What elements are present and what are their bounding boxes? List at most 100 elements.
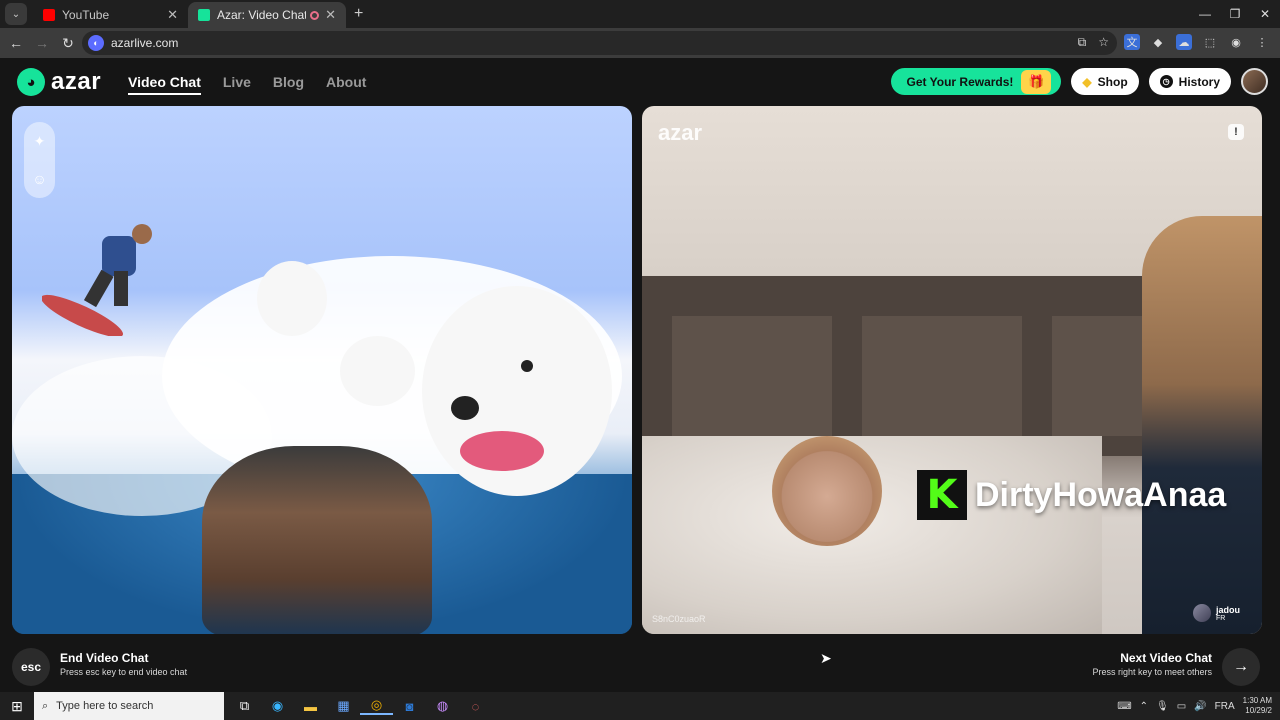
store-icon[interactable]: ▦: [327, 698, 360, 714]
chrome-icon[interactable]: ◎: [360, 697, 393, 715]
show-hidden-icons[interactable]: ⌃: [1140, 701, 1148, 712]
nav-blog[interactable]: Blog: [273, 74, 304, 95]
dog-large: [422, 286, 612, 496]
volume-icon[interactable]: 🔊: [1194, 701, 1206, 712]
local-video-panel: ✦ ☺: [12, 106, 632, 634]
peer-avatar: [1193, 604, 1211, 622]
person-edge: [1142, 216, 1262, 634]
minimize-icon[interactable]: —: [1190, 0, 1220, 28]
edge-icon[interactable]: ◉: [261, 698, 294, 714]
close-window-icon[interactable]: ✕: [1250, 0, 1280, 28]
azar-logo-icon: ◕: [17, 68, 45, 96]
extensions-area: 文 ◆ ☁ ⬚ ◉ ⋮: [1124, 34, 1270, 50]
tab-title: YouTube: [62, 8, 110, 22]
close-tab-icon[interactable]: ✕: [167, 7, 178, 23]
dog-small-1: [257, 261, 327, 336]
azar-favicon-icon: [198, 9, 210, 21]
translate-extension-icon[interactable]: 文: [1124, 34, 1140, 50]
system-tray: ⌨ ⌃ 🎙 ▭ 🔊 FRA 1:30 AM 10/29/2: [1117, 692, 1272, 720]
puzzle-extensions-icon[interactable]: ⬚: [1202, 34, 1218, 50]
history-button[interactable]: ◷ History: [1148, 68, 1231, 95]
network-icon[interactable]: ▭: [1177, 701, 1186, 712]
close-tab-icon[interactable]: ✕: [325, 7, 336, 23]
clock-date: 10/29/2: [1245, 706, 1272, 715]
azar-page: ◕ azar Video Chat Live Blog About Get Yo…: [0, 58, 1280, 692]
camera-tools: ✦ ☺: [24, 122, 55, 198]
outlook-icon[interactable]: ◙: [393, 699, 426, 714]
search-placeholder: Type here to search: [56, 700, 154, 712]
taskbar-clock[interactable]: 1:30 AM 10/29/2: [1243, 696, 1272, 716]
top-navigation: ◕ azar Video Chat Live Blog About Get Yo…: [0, 58, 1280, 106]
headboard-panel: [862, 316, 1022, 436]
nav-actions: Get Your Rewards! 🎁 ◆ Shop ◷ History: [890, 68, 1268, 95]
task-view-icon[interactable]: ⧉: [228, 698, 261, 714]
forward-icon[interactable]: →: [30, 35, 54, 51]
url-text: azarlive.com: [111, 36, 179, 50]
site-info-icon[interactable]: ◐: [88, 35, 104, 51]
browser-tab-bar: ⌄ YouTube ✕ Azar: Video Chat with New ✕ …: [0, 0, 1280, 28]
new-tab-button[interactable]: +: [354, 5, 363, 23]
nav-video-chat[interactable]: Video Chat: [128, 74, 201, 95]
peer-name: jadou: [1216, 604, 1240, 615]
keyboard-icon[interactable]: ⌨: [1117, 701, 1131, 712]
language-indicator[interactable]: FRA: [1215, 701, 1235, 712]
cloud-extension-icon[interactable]: ☁: [1176, 34, 1192, 50]
nav-links: Video Chat Live Blog About: [128, 74, 366, 95]
url-field[interactable]: ◐ azarlive.com ⧉ ☆: [82, 31, 1117, 55]
tab-search-button[interactable]: ⌄: [5, 3, 27, 25]
tab-youtube[interactable]: YouTube ✕: [33, 2, 188, 28]
reload-icon[interactable]: ↻: [56, 35, 80, 52]
peer-country: FR: [1216, 614, 1226, 622]
sparkle-effects-icon[interactable]: ✦: [34, 133, 46, 150]
peer-id: S8nC0zuaoR: [652, 614, 706, 624]
microphone-icon[interactable]: 🎙: [1156, 701, 1169, 712]
window-controls: — ❐ ✕: [1190, 0, 1280, 28]
obs-icon[interactable]: ◌: [459, 699, 492, 714]
menu-dots-icon[interactable]: ⋮: [1254, 34, 1270, 50]
profile-icon[interactable]: ◉: [1228, 34, 1244, 50]
gem-icon: ◆: [1082, 74, 1092, 89]
app-icon[interactable]: ◍: [426, 698, 459, 714]
tab-title: Azar: Video Chat with New: [217, 8, 307, 22]
azar-logo[interactable]: ◕ azar: [17, 68, 101, 96]
restore-icon[interactable]: ❐: [1220, 0, 1250, 28]
local-user-face: [202, 446, 432, 634]
stream-overlay: K DirtyHowaAnaa: [917, 470, 1226, 520]
logo-text: azar: [51, 68, 102, 95]
kick-logo-icon: K: [917, 470, 967, 520]
end-chat-button[interactable]: esc: [12, 648, 50, 686]
shop-button[interactable]: ◆ Shop: [1071, 68, 1139, 95]
install-app-icon[interactable]: ⧉: [1078, 35, 1087, 50]
end-chat-hint: Press esc key to end video chat: [60, 667, 188, 677]
recording-indicator-icon: [310, 10, 320, 20]
windows-taskbar: ⊞ ⌕ Type here to search ⧉ ◉ ▬ ▦ ◎ ◙ ◍ ◌ …: [0, 692, 1280, 720]
next-chat-button[interactable]: →: [1222, 648, 1260, 686]
chat-controls: esc End Video Chat Press esc key to end …: [0, 640, 1280, 692]
user-avatar[interactable]: [1241, 68, 1268, 95]
diamond-extension-icon[interactable]: ◆: [1150, 34, 1166, 50]
rewards-button[interactable]: Get Your Rewards! 🎁: [890, 68, 1062, 95]
search-icon: ⌕: [42, 699, 49, 712]
back-icon[interactable]: ←: [4, 35, 28, 51]
end-chat-title: End Video Chat: [60, 651, 149, 665]
nav-live[interactable]: Live: [223, 74, 251, 95]
taskbar-search[interactable]: ⌕ Type here to search: [34, 692, 224, 720]
youtube-favicon-icon: [43, 9, 55, 21]
dog-small-2: [340, 336, 415, 406]
clock-time: 1:30 AM: [1242, 696, 1272, 705]
taskbar-apps: ⧉ ◉ ▬ ▦ ◎ ◙ ◍ ◌: [228, 697, 492, 715]
headboard-panel: [672, 316, 832, 436]
windows-start-icon[interactable]: ⊞: [0, 698, 34, 715]
next-chat-title: Next Video Chat: [1120, 651, 1212, 665]
gift-icon: 🎁: [1021, 69, 1052, 94]
report-icon[interactable]: !: [1228, 124, 1244, 140]
peer-info[interactable]: jadou FR: [1193, 604, 1240, 622]
face-filter-icon[interactable]: ☺: [32, 171, 46, 187]
tab-azar[interactable]: Azar: Video Chat with New ✕: [188, 2, 346, 28]
file-explorer-icon[interactable]: ▬: [294, 699, 327, 714]
nav-about[interactable]: About: [326, 74, 366, 95]
rewards-label: Get Your Rewards!: [906, 74, 1014, 89]
remote-video-panel: azar ! K DirtyHowaAnaa S8nC0zuaoR jadou …: [642, 106, 1262, 634]
azar-watermark: azar: [658, 120, 703, 145]
bookmark-star-icon[interactable]: ☆: [1098, 35, 1109, 50]
